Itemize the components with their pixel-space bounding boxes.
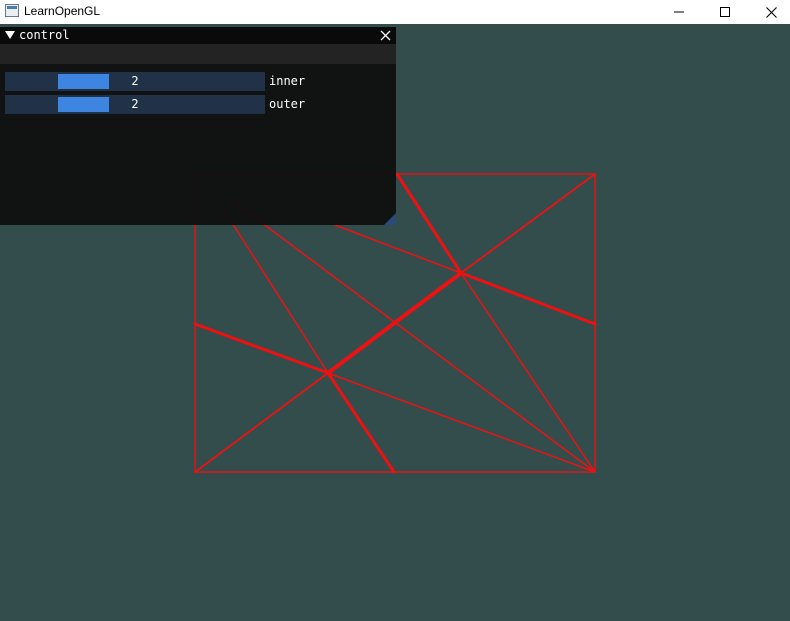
- inner-slider[interactable]: 2: [5, 72, 265, 91]
- edge-line: [460, 173, 596, 274]
- control-panel-menubar: [0, 44, 396, 64]
- gl-viewport[interactable]: control 2 inner 2 outer: [0, 24, 790, 621]
- close-icon[interactable]: [380, 30, 391, 41]
- edge-line: [194, 372, 329, 473]
- edge-line: [460, 272, 596, 473]
- control-panel-titlebar[interactable]: control: [0, 27, 396, 44]
- window-titlebar[interactable]: LearnOpenGL: [0, 0, 790, 24]
- edge-line: [326, 371, 396, 474]
- maximize-button[interactable]: [702, 0, 748, 24]
- close-button[interactable]: [748, 0, 790, 24]
- control-panel-title: control: [19, 28, 70, 42]
- control-panel[interactable]: control 2 inner 2 outer: [0, 27, 396, 225]
- slider-value: 2: [131, 74, 139, 88]
- edge-line: [459, 271, 597, 326]
- edge-line: [395, 172, 463, 275]
- app-window-icon: [5, 4, 19, 17]
- slider-label: outer: [269, 97, 306, 111]
- slider-label: inner: [269, 74, 306, 88]
- minimize-icon: [674, 11, 684, 13]
- slider-value: 2: [131, 97, 139, 111]
- close-icon: [765, 6, 777, 18]
- edge-line: [229, 198, 596, 473]
- minimize-button[interactable]: [656, 0, 702, 24]
- maximize-icon: [720, 7, 730, 17]
- resize-grip-icon[interactable]: [384, 213, 396, 225]
- edge-line: [334, 224, 462, 274]
- collapse-triangle-icon[interactable]: [5, 31, 15, 39]
- outer-slider[interactable]: 2: [5, 95, 265, 114]
- window-title: LearnOpenGL: [24, 4, 101, 18]
- edge-line: [193, 322, 330, 375]
- edge-line: [219, 203, 329, 374]
- edge-line: [327, 372, 596, 473]
